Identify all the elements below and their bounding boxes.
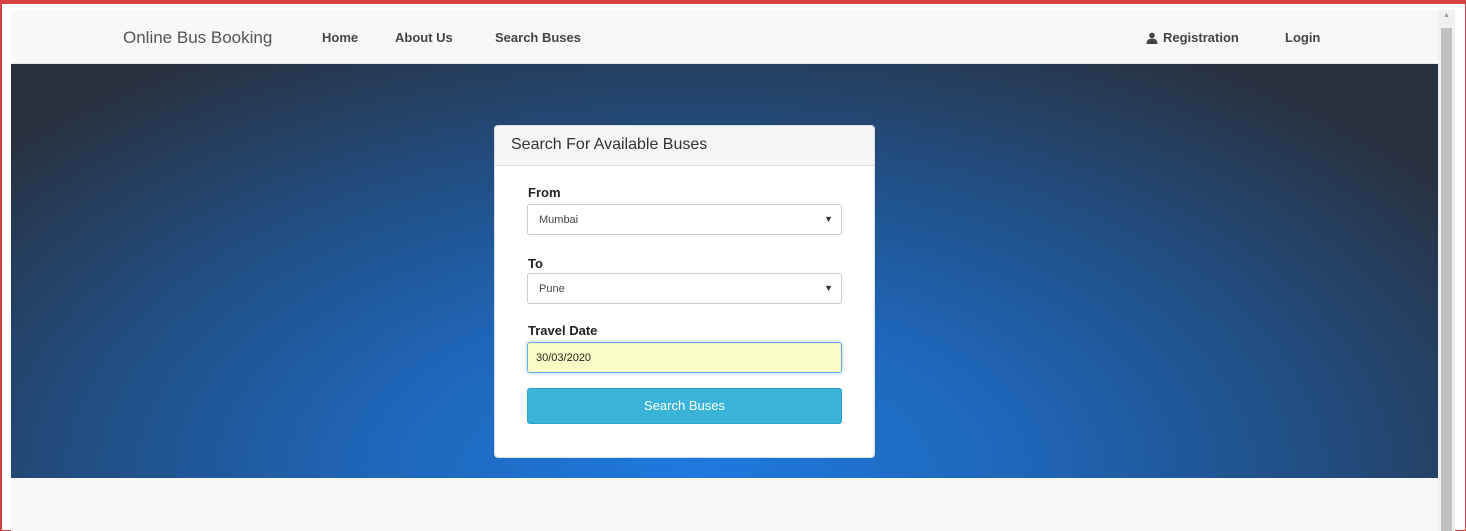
nav-registration-link[interactable]: Registration (1146, 30, 1239, 45)
search-buses-button[interactable]: Search Buses (527, 388, 842, 424)
to-select[interactable]: Pune ▼ (527, 273, 842, 304)
nav-about-link[interactable]: About Us (395, 30, 453, 45)
travel-date-label: Travel Date (528, 323, 598, 338)
nav-search-buses-link[interactable]: Search Buses (495, 30, 581, 45)
to-select-value: Pune (539, 283, 565, 295)
from-select[interactable]: Mumbai ▼ (527, 204, 842, 235)
navbar-brand[interactable]: Online Bus Booking (123, 28, 272, 48)
navbar: Online Bus Booking Home About Us Search … (11, 10, 1438, 64)
scrollbar-thumb[interactable] (1441, 28, 1452, 531)
chevron-down-icon: ▼ (824, 283, 833, 293)
from-select-value: Mumbai (539, 214, 579, 226)
nav-home-link[interactable]: Home (322, 30, 358, 45)
vertical-scrollbar[interactable]: ▲ (1438, 10, 1455, 531)
chevron-down-icon: ▼ (824, 214, 833, 224)
page-viewport: Online Bus Booking Home About Us Search … (11, 10, 1438, 531)
user-icon (1146, 32, 1158, 44)
to-label: To (528, 256, 543, 271)
search-panel: Search For Available Buses From Mumbai ▼… (494, 125, 875, 458)
travel-date-input[interactable]: 30/03/2020 (527, 342, 842, 373)
nav-login-link[interactable]: Login (1285, 30, 1320, 45)
nav-registration-label: Registration (1163, 30, 1239, 45)
from-label: From (528, 185, 561, 200)
search-panel-heading: Search For Available Buses (495, 126, 874, 166)
scroll-up-arrow-icon[interactable]: ▲ (1443, 12, 1450, 19)
